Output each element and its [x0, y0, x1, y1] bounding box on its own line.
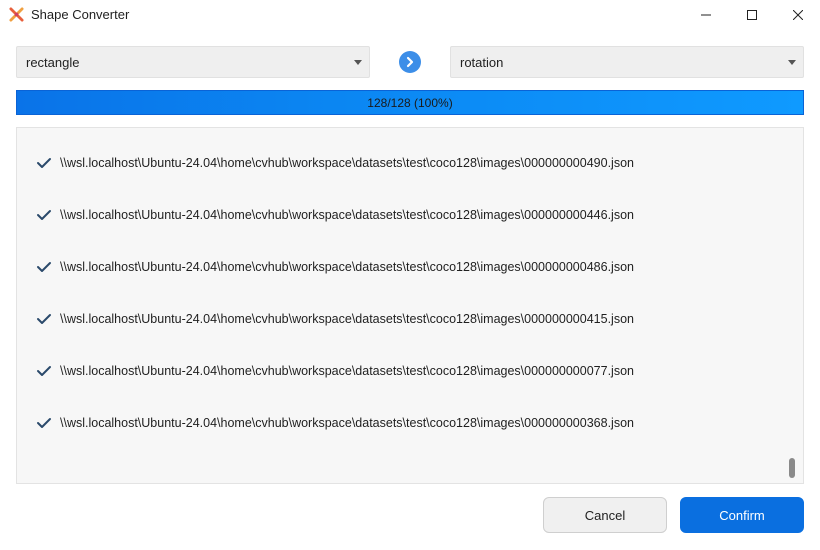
scrollbar-thumb[interactable]	[789, 458, 795, 478]
progress-bar: 128/128 (100%)	[16, 90, 804, 115]
list-item[interactable]: \\wsl.localhost\Ubuntu-24.04\home\cvhub\…	[17, 304, 777, 334]
checkmark-icon	[37, 418, 51, 428]
minimize-button[interactable]	[683, 0, 729, 30]
maximize-button[interactable]	[729, 0, 775, 30]
source-shape-value: rectangle	[26, 55, 80, 70]
list-item[interactable]: \\wsl.localhost\Ubuntu-24.04\home\cvhub\…	[17, 252, 777, 282]
source-shape-select[interactable]: rectangle	[16, 46, 370, 78]
app-logo-icon	[9, 7, 24, 22]
file-path: \\wsl.localhost\Ubuntu-24.04\home\cvhub\…	[60, 364, 634, 378]
minimize-icon	[701, 14, 711, 16]
file-path: \\wsl.localhost\Ubuntu-24.04\home\cvhub\…	[60, 260, 634, 274]
list-item[interactable]: \\wsl.localhost\Ubuntu-24.04\home\cvhub\…	[17, 200, 777, 230]
checkmark-icon	[37, 210, 51, 220]
checkmark-icon	[37, 262, 51, 272]
cancel-button[interactable]: Cancel	[543, 497, 667, 533]
progress-label: 128/128 (100%)	[367, 96, 453, 110]
convert-arrow-icon	[399, 51, 421, 73]
file-path: \\wsl.localhost\Ubuntu-24.04\home\cvhub\…	[60, 416, 634, 430]
chevron-down-icon	[788, 60, 796, 65]
maximize-icon	[747, 10, 757, 20]
file-path: \\wsl.localhost\Ubuntu-24.04\home\cvhub\…	[60, 208, 634, 222]
title-bar: Shape Converter	[0, 0, 820, 30]
results-list[interactable]: \\wsl.localhost\Ubuntu-24.04\home\cvhub\…	[16, 127, 804, 484]
file-path: \\wsl.localhost\Ubuntu-24.04\home\cvhub\…	[60, 312, 634, 326]
list-item[interactable]: \\wsl.localhost\Ubuntu-24.04\home\cvhub\…	[17, 356, 777, 386]
confirm-button[interactable]: Confirm	[680, 497, 804, 533]
window-title: Shape Converter	[31, 7, 130, 22]
list-item[interactable]: \\wsl.localhost\Ubuntu-24.04\home\cvhub\…	[17, 148, 777, 178]
target-shape-select[interactable]: rotation	[450, 46, 804, 78]
checkmark-icon	[37, 366, 51, 376]
checkmark-icon	[37, 158, 51, 168]
file-path: \\wsl.localhost\Ubuntu-24.04\home\cvhub\…	[60, 156, 634, 170]
close-button[interactable]	[775, 0, 820, 30]
list-item[interactable]: \\wsl.localhost\Ubuntu-24.04\home\cvhub\…	[17, 408, 777, 438]
close-icon	[793, 10, 803, 20]
chevron-down-icon	[354, 60, 362, 65]
checkmark-icon	[37, 314, 51, 324]
target-shape-value: rotation	[460, 55, 504, 70]
chevron-right-icon	[406, 56, 414, 68]
